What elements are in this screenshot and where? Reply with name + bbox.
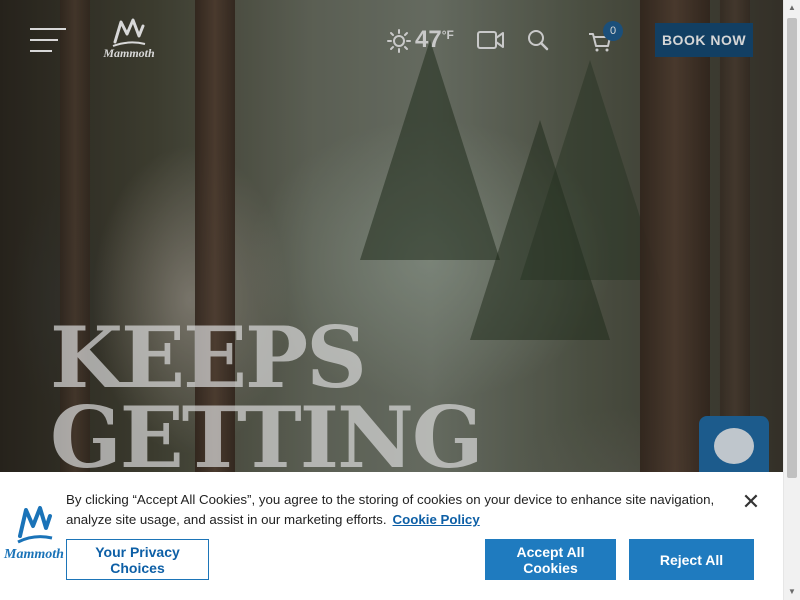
mammoth-logo-icon — [17, 506, 53, 544]
hamburger-menu-icon[interactable] — [30, 28, 66, 54]
sun-icon — [387, 29, 411, 53]
hero-headline: KEEPS GETTING — [50, 308, 484, 487]
page-scrollbar[interactable]: ▲ ▼ — [783, 0, 800, 600]
temperature-unit: °F — [441, 28, 454, 42]
temperature-value: 47 — [415, 26, 442, 53]
chat-bubble-icon — [714, 428, 754, 464]
cart-count-badge: 0 — [603, 21, 623, 41]
video-camera-icon[interactable] — [477, 30, 505, 55]
cookie-banner-logo: Mammoth — [2, 502, 66, 572]
cookie-logo-wordmark: Mammoth — [4, 547, 64, 562]
chat-widget-button[interactable] — [699, 416, 769, 476]
mammoth-logo[interactable]: Mammoth — [96, 16, 162, 64]
privacy-choices-button[interactable]: Your Privacy Choices — [66, 539, 209, 580]
reject-all-button[interactable]: Reject All — [629, 539, 754, 580]
cookie-policy-link[interactable]: Cookie Policy — [393, 512, 480, 527]
scroll-up-arrow-icon[interactable]: ▲ — [784, 0, 800, 16]
headline-line-2: GETTING — [50, 388, 484, 487]
accept-all-cookies-button[interactable]: Accept All Cookies — [485, 539, 616, 580]
weather-widget[interactable]: 47 °F — [387, 26, 454, 54]
scrollbar-thumb[interactable] — [787, 18, 797, 478]
logo-wordmark: Mammoth — [103, 46, 155, 60]
cookie-message: By clicking “Accept All Cookies”, you ag… — [66, 490, 731, 530]
headline-line-1: KEEPS — [50, 308, 367, 407]
cookie-message-text: By clicking “Accept All Cookies”, you ag… — [66, 492, 715, 527]
book-now-button[interactable]: BOOK NOW — [655, 23, 753, 57]
scroll-down-arrow-icon[interactable]: ▼ — [784, 584, 800, 600]
mammoth-logo-icon — [112, 18, 146, 47]
page: Mammoth 47 °F 0 BOOK NOW KEEPS GETTING M… — [0, 0, 784, 600]
search-icon[interactable] — [527, 29, 549, 56]
close-icon[interactable]: ✕ — [741, 491, 761, 513]
